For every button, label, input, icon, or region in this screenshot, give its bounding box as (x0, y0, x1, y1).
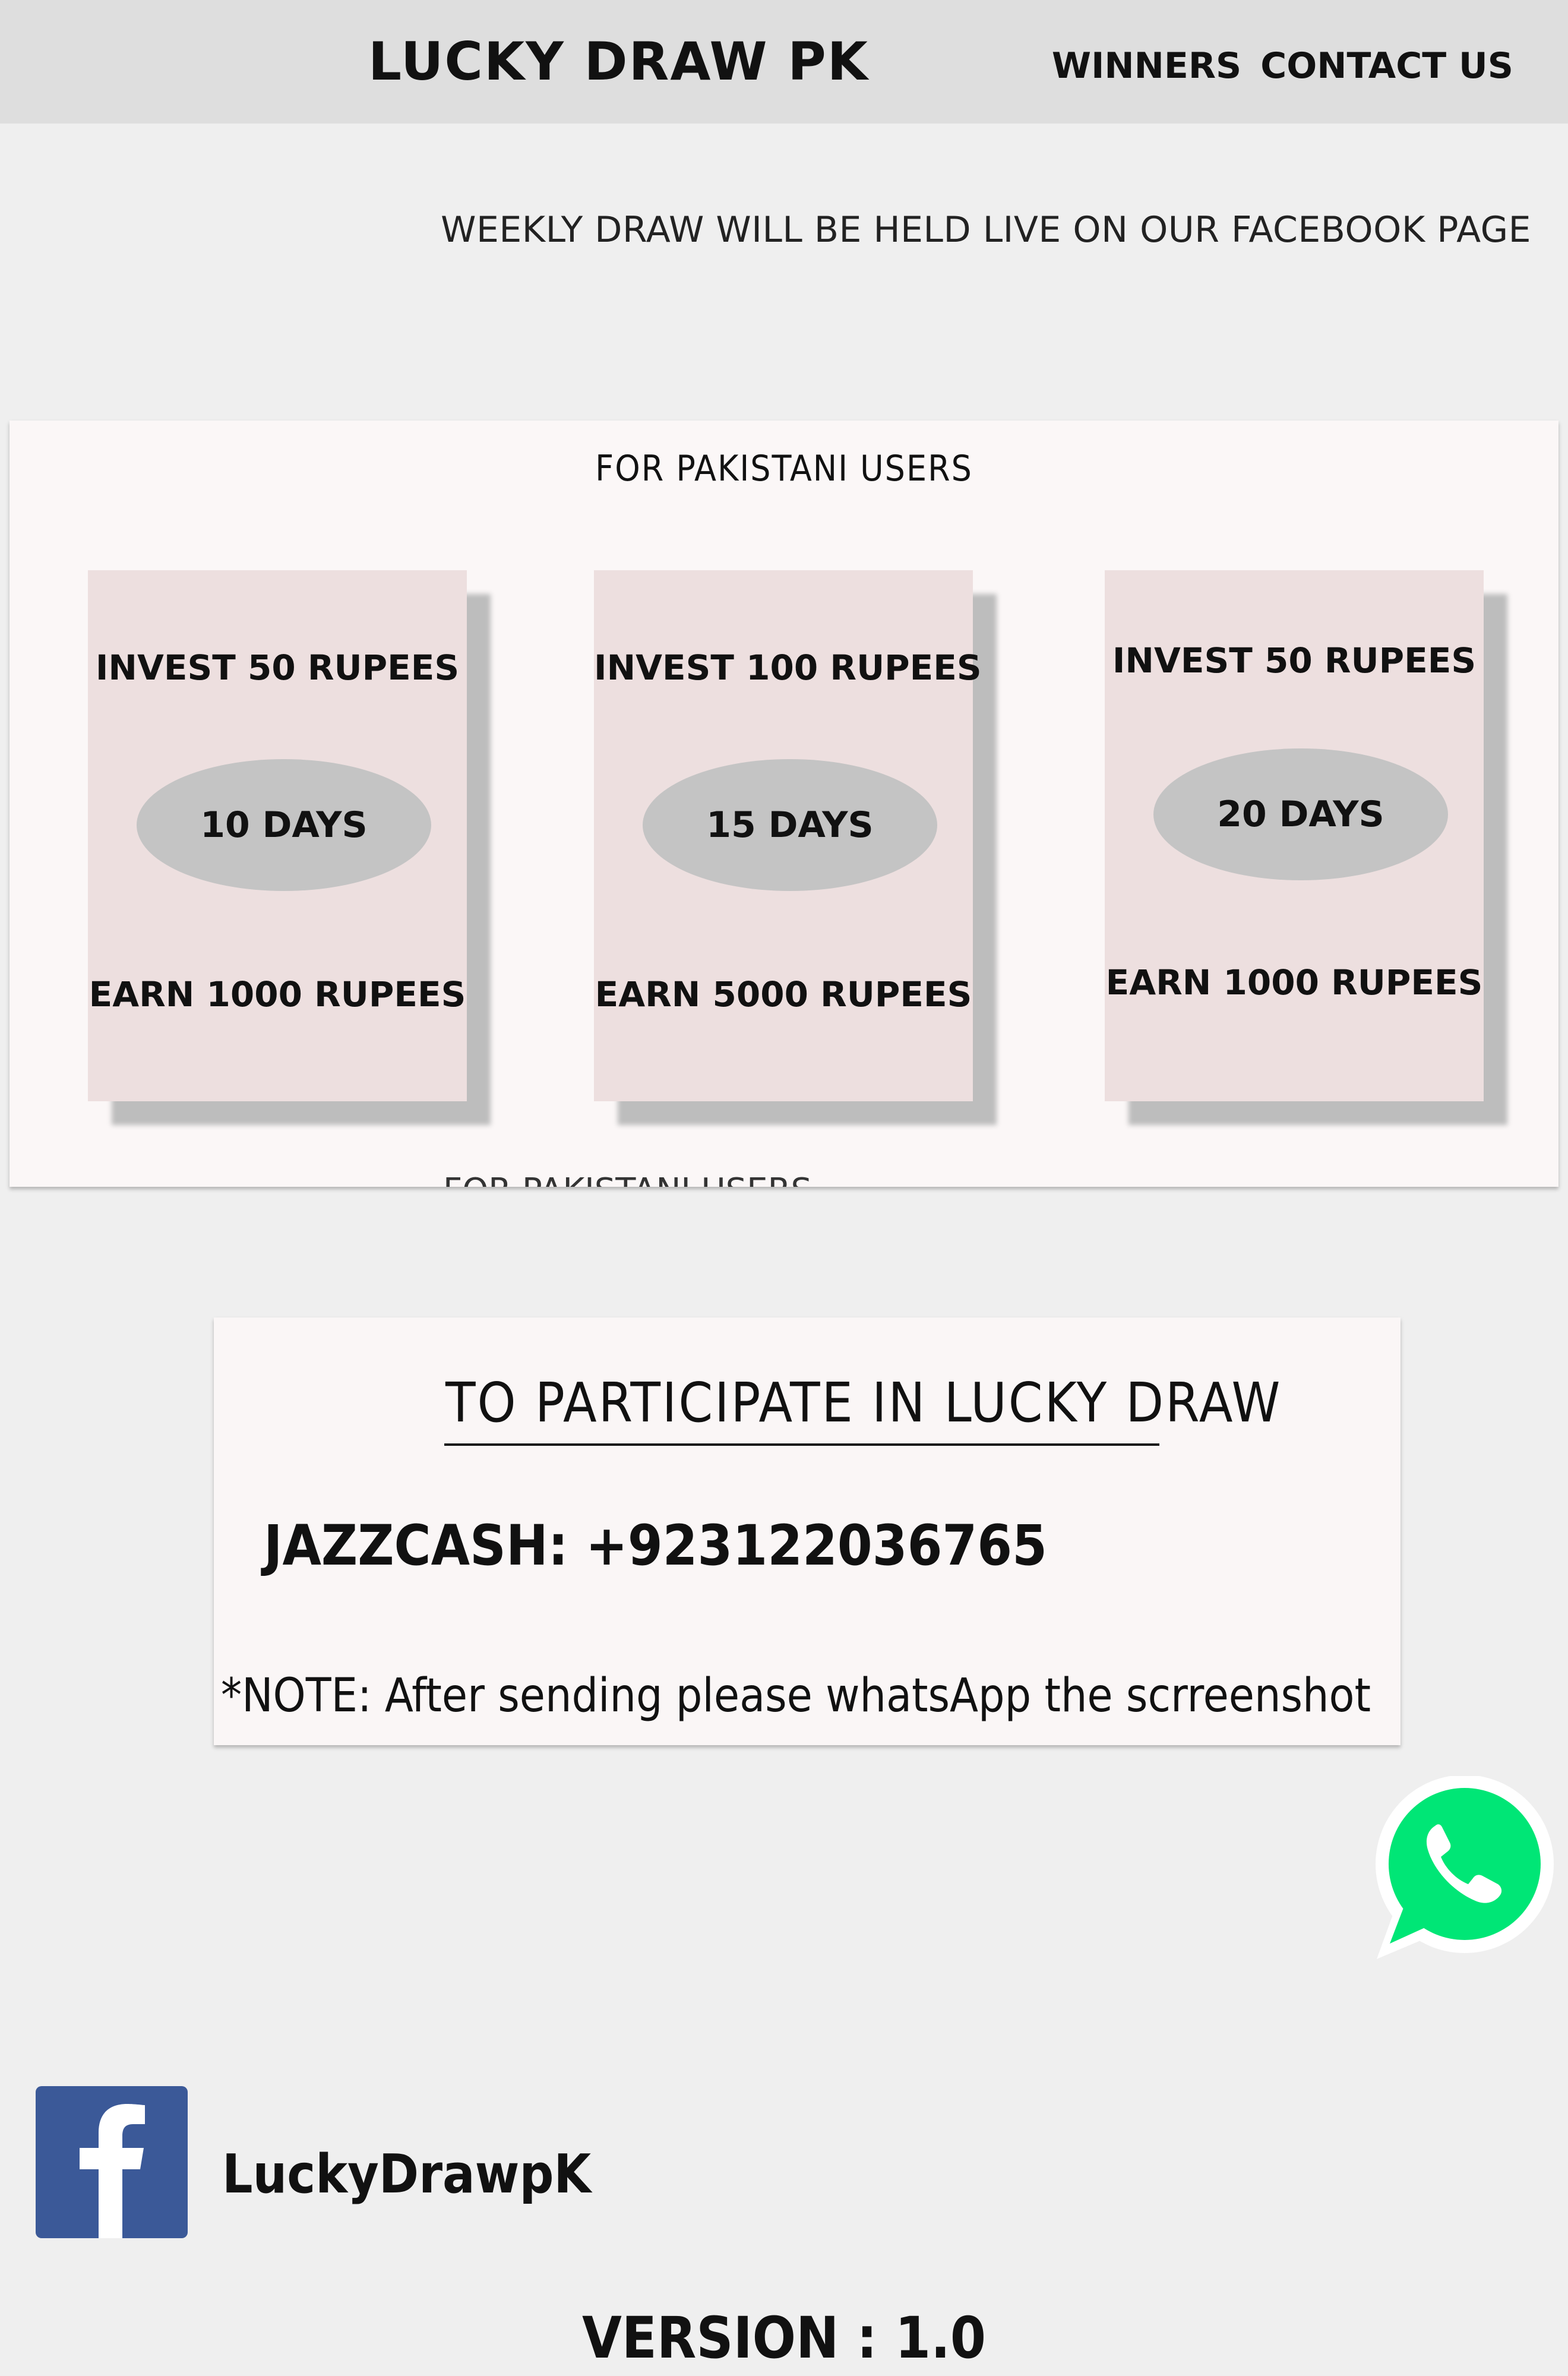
facebook-handle[interactable]: LuckyDrawpK (222, 2143, 591, 2206)
plans-heading: FOR PAKISTANI USERS (595, 448, 973, 489)
plan-earn-amount: EARN 1000 RUPEES (88, 974, 466, 1015)
app-version: VERSION : 1.0 (581, 2305, 986, 2371)
app-title: LUCKY DRAW PK (368, 31, 869, 92)
nav-winners-link[interactable]: WINNERS (1052, 45, 1241, 87)
clipped-plans-heading: FOR PAKISTANI USERS (443, 1171, 812, 1187)
plan-earn-amount: EARN 1000 RUPEES (1105, 962, 1483, 1003)
plans-panel: FOR PAKISTANI USERS INVEST 50 RUPEES 10 … (10, 421, 1558, 1187)
payment-note: *NOTE: After sending please whatsApp the… (221, 1669, 1371, 1723)
top-nav: WINNERS CONTACT US (1052, 45, 1513, 87)
participate-panel: TO PARTICIPATE IN LUCKY DRAW JAZZCASH: +… (214, 1317, 1401, 1745)
plan-duration-badge: 15 DAYS (643, 759, 937, 891)
plan-invest-amount: INVEST 50 RUPEES (1112, 640, 1477, 681)
plan-card[interactable]: INVEST 50 RUPEES 20 DAYS EARN 1000 RUPEE… (1105, 570, 1484, 1101)
top-bar: LUCKY DRAW PK WINNERS CONTACT US (0, 0, 1568, 124)
facebook-icon-graphic (36, 2086, 188, 2238)
plan-invest-amount: INVEST 100 RUPEES (594, 647, 982, 688)
plan-earn-amount: EARN 5000 RUPEES (595, 974, 972, 1015)
plan-duration-badge: 10 DAYS (137, 759, 431, 891)
plan-invest-amount: INVEST 50 RUPEES (95, 647, 460, 688)
plan-card[interactable]: INVEST 50 RUPEES 10 DAYS EARN 1000 RUPEE… (88, 570, 467, 1101)
announcement-text: WEEKLY DRAW WILL BE HELD LIVE ON OUR FAC… (441, 209, 1531, 251)
whatsapp-icon[interactable] (1359, 1775, 1568, 1966)
plan-card[interactable]: INVEST 100 RUPEES 15 DAYS EARN 5000 RUPE… (594, 570, 982, 1101)
whatsapp-icon-graphic (1376, 1775, 1554, 1959)
heading-underline (444, 1443, 1159, 1446)
nav-contact-link[interactable]: CONTACT US (1260, 45, 1513, 87)
facebook-icon[interactable] (36, 2086, 188, 2238)
jazzcash-number: JAZZCASH: +923122036765 (264, 1514, 1047, 1578)
participate-heading: TO PARTICIPATE IN LUCKY DRAW (445, 1371, 1282, 1435)
plan-duration-badge: 20 DAYS (1153, 748, 1448, 880)
